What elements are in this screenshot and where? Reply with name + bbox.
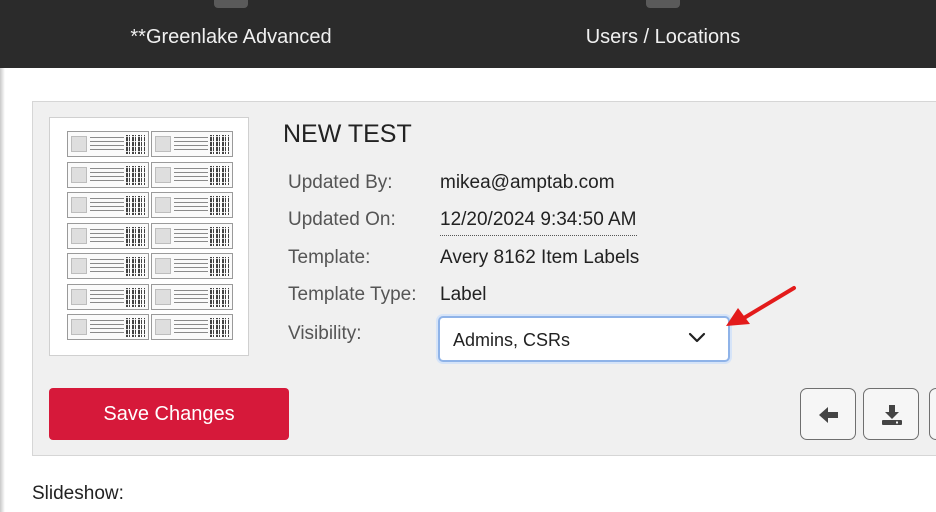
label-preview-cell xyxy=(151,161,233,188)
image-placeholder-icon xyxy=(71,227,87,244)
nav-item-label: **Greenlake Advanced xyxy=(130,26,332,48)
label-preview-cell xyxy=(151,192,233,218)
image-placeholder-icon xyxy=(71,136,87,152)
users-icon xyxy=(646,0,680,8)
qr-code-icon xyxy=(126,287,145,307)
updated-by-value: mikea@amptab.com xyxy=(440,172,615,193)
image-placeholder-icon xyxy=(71,288,87,305)
label-preview-cell xyxy=(67,253,149,279)
save-changes-button[interactable]: Save Changes xyxy=(49,388,289,440)
label-preview-cell xyxy=(67,222,149,249)
updated-on-label: Updated On: xyxy=(288,209,396,230)
image-placeholder-icon xyxy=(71,166,87,183)
label-preview-cell xyxy=(151,222,233,249)
download-icon xyxy=(882,405,902,425)
visibility-select[interactable]: Admins, CSRs xyxy=(438,316,730,362)
template-title: NEW TEST xyxy=(283,120,412,148)
nav-item-greenlake-advanced[interactable]: **Greenlake Advanced xyxy=(101,0,361,68)
qr-code-icon xyxy=(126,257,145,276)
visibility-label: Visibility: xyxy=(288,323,362,344)
label-preview-cell xyxy=(151,314,233,340)
label-preview-cell xyxy=(67,131,149,157)
label-preview-cell xyxy=(151,131,233,157)
template-value: Avery 8162 Item Labels xyxy=(440,247,640,268)
updated-on-value[interactable]: 12/20/2024 9:34:50 AM xyxy=(440,209,637,236)
nav-item-users-locations[interactable]: Users / Locations xyxy=(533,0,793,68)
greenlake-icon xyxy=(214,0,248,8)
qr-code-icon xyxy=(126,165,145,185)
annotation-arrow-icon xyxy=(726,286,796,326)
template-label: Template: xyxy=(288,247,371,268)
label-preview-cell xyxy=(67,314,149,340)
updated-by-label: Updated By: xyxy=(288,172,393,193)
image-placeholder-icon xyxy=(155,166,171,183)
qr-code-icon xyxy=(210,226,229,246)
arrow-left-icon xyxy=(819,407,838,423)
qr-code-icon xyxy=(126,196,145,215)
visibility-selected-value: Admins, CSRs xyxy=(453,330,571,350)
page-edge-shadow xyxy=(0,68,5,512)
download-button[interactable] xyxy=(863,388,919,440)
image-placeholder-icon xyxy=(71,197,87,213)
qr-code-icon xyxy=(210,165,229,185)
more-actions-button[interactable] xyxy=(929,388,936,440)
back-button[interactable] xyxy=(800,388,856,440)
label-preview-cell xyxy=(67,192,149,218)
template-thumbnail[interactable] xyxy=(49,117,249,356)
label-sheet-preview xyxy=(67,131,233,342)
image-placeholder-icon xyxy=(155,288,171,305)
qr-code-icon xyxy=(126,318,145,337)
top-navigation-bar: **Greenlake Advanced Users / Locations xyxy=(0,0,936,68)
image-placeholder-icon xyxy=(71,319,87,335)
image-placeholder-icon xyxy=(155,319,171,335)
label-preview-cell xyxy=(151,253,233,279)
qr-code-icon xyxy=(210,257,229,276)
template-type-value: Label xyxy=(440,284,487,305)
label-preview-cell xyxy=(151,283,233,310)
image-placeholder-icon xyxy=(155,227,171,244)
qr-code-icon xyxy=(210,287,229,307)
qr-code-icon xyxy=(210,318,229,337)
qr-code-icon xyxy=(210,196,229,215)
image-placeholder-icon xyxy=(155,197,171,213)
label-preview-cell xyxy=(67,161,149,188)
label-preview-cell xyxy=(67,283,149,310)
image-placeholder-icon xyxy=(155,258,171,274)
chevron-down-icon xyxy=(688,332,706,343)
slideshow-section-label: Slideshow: xyxy=(32,483,124,504)
qr-code-icon xyxy=(126,135,145,154)
nav-item-label: Users / Locations xyxy=(585,26,741,48)
qr-code-icon xyxy=(210,135,229,154)
template-type-label: Template Type: xyxy=(288,284,417,305)
image-placeholder-icon xyxy=(155,136,171,152)
qr-code-icon xyxy=(126,226,145,246)
image-placeholder-icon xyxy=(71,258,87,274)
